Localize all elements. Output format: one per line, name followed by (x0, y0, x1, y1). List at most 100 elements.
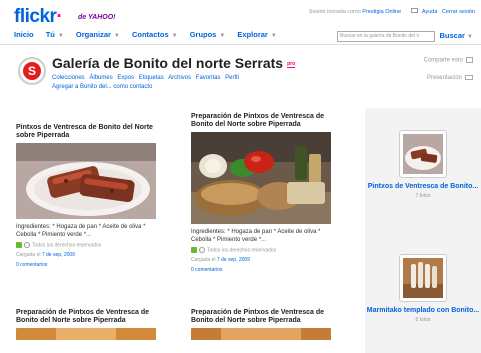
upload-date-link[interactable]: 7 de sep, 2009 (217, 257, 250, 263)
chevron-down-icon[interactable]: ▼ (219, 33, 225, 39)
link-perfil[interactable]: Perfil (225, 75, 239, 81)
chevron-down-icon[interactable]: ▼ (58, 33, 64, 39)
nav-explorar-label: Explorar (237, 30, 268, 39)
page-title-text: Galería de Bonito del norte Serrats (52, 55, 284, 71)
help-link[interactable]: Ayuda (422, 9, 438, 15)
avatar[interactable]: S (18, 57, 46, 85)
photo-partial-image (191, 328, 331, 340)
link-etiquetas[interactable]: Etiquetas (139, 75, 164, 81)
logo-dot: · (56, 6, 63, 27)
copyright-icon (199, 247, 205, 253)
divider (0, 44, 481, 45)
comments-link[interactable]: 0 comentarios (16, 262, 156, 268)
photo-card: Preparación de Pintxos de Ventresca de B… (16, 309, 156, 342)
add-contact-link[interactable]: Agregar a Bonito del... como contacto (52, 84, 152, 90)
session-user-link[interactable]: Prestigia Online (362, 9, 401, 15)
nav-tu-label: Tú (45, 30, 55, 39)
set-count: 6 fotos (415, 317, 431, 323)
comments-link[interactable]: 0 comentarios (191, 267, 331, 273)
pro-badge[interactable]: pro (287, 61, 296, 68)
photo-thumbnail[interactable] (191, 328, 331, 342)
nav-contactos[interactable]: Contactos ▼ (132, 30, 178, 39)
nav-tu[interactable]: Tú ▼ (46, 30, 64, 39)
nav-organizar-label: Organizar (75, 30, 111, 39)
upload-info: Cargada el 7 de sep, 2009 (191, 257, 331, 263)
slideshow-icon (465, 75, 473, 80)
search-button-label: Buscar (439, 31, 465, 40)
copyright-icon (24, 242, 30, 248)
share-label: Comparte esto (423, 57, 463, 64)
link-expos[interactable]: Expos (117, 75, 134, 81)
photo-partial-image (16, 328, 156, 340)
set-pintxos-image (403, 134, 443, 174)
photo-title[interactable]: Pintxos de Ventresca de Bonito del Norte… (16, 124, 156, 140)
set-title[interactable]: Marmitako templado con Bonito... (365, 307, 481, 315)
yahoo-logo: de YAHOO! (78, 14, 116, 21)
license-info: Todos los derechos reservados (16, 242, 156, 248)
photo-title[interactable]: Preparación de Pintxos de Ventresca de B… (191, 309, 331, 325)
search-input[interactable]: Buscar en la galería de Bonito del n (337, 31, 435, 42)
photo-title[interactable]: Preparación de Pintxos de Ventresca de B… (16, 309, 156, 325)
chevron-down-icon[interactable]: ▼ (114, 33, 120, 39)
license-text: Todos los derechos reservados (207, 247, 277, 254)
photo-pintxos-image (16, 143, 156, 219)
set-thumbnail[interactable] (399, 254, 447, 302)
session-info: Sesión iniciada como Prestigia Online Ay… (308, 8, 475, 15)
chevron-down-icon[interactable]: ▼ (172, 33, 178, 39)
upload-info: Cargada el 7 de sep, 2009 (16, 252, 156, 258)
share-icon (466, 57, 473, 63)
mail-icon[interactable] (410, 8, 418, 14)
stats-icon[interactable] (191, 247, 197, 253)
nav-grupos-label: Grupos (189, 30, 217, 39)
sets-sidebar: Pintxos de Ventresca de Bonito... 7 foto… (365, 108, 481, 353)
more-link[interactable]: ... (86, 232, 91, 238)
nav-organizar[interactable]: Organizar ▼ (76, 30, 120, 39)
chevron-down-icon[interactable]: ▼ (271, 33, 277, 39)
photo-ingredients-image (191, 132, 331, 224)
presentation-label: Presentación (426, 75, 462, 82)
logo-text: flickr (14, 6, 57, 27)
set-item[interactable]: Marmitako templado con Bonito... 6 fotos (365, 254, 481, 323)
link-colecciones[interactable]: Colecciones (52, 75, 85, 81)
serrats-logo: S (23, 62, 41, 80)
upload-date-link[interactable]: 7 de sep, 2009 (42, 252, 75, 258)
photo-card: Preparación de Pintxos de Ventresca de B… (191, 309, 331, 342)
more-link[interactable]: ... (261, 237, 266, 243)
photo-title[interactable]: Preparación de Pintxos de Ventresca de B… (191, 113, 331, 129)
upload-label: Cargada el (191, 257, 216, 264)
photo-description-text: Ingredientes: * Hogaza de pan * Aceite d… (191, 229, 321, 243)
nav-contactos-label: Contactos (131, 30, 169, 39)
photo-card: Pintxos de Ventresca de Bonito del Norte… (16, 124, 156, 268)
flickr-logo[interactable]: flickr· (14, 6, 63, 28)
nav-grupos[interactable]: Grupos ▼ (190, 30, 226, 39)
session-label: Sesión iniciada como (308, 9, 361, 15)
search-button[interactable]: Buscar ▼ (440, 31, 473, 40)
photo-description: Ingredientes: * Hogaza de pan * Aceite d… (16, 224, 156, 239)
nav-inicio[interactable]: Inicio (14, 30, 34, 39)
stats-icon[interactable] (16, 242, 22, 248)
link-favoritas[interactable]: Favoritas (196, 75, 221, 81)
link-archivos[interactable]: Archivos (168, 75, 191, 81)
set-title[interactable]: Pintxos de Ventresca de Bonito... (365, 183, 481, 191)
photo-thumbnail[interactable] (191, 132, 331, 226)
photo-card: Preparación de Pintxos de Ventresca de B… (191, 113, 331, 273)
presentation-button[interactable]: Presentación (427, 75, 473, 81)
top-bar: flickr· de YAHOO! Sesión iniciada como P… (0, 0, 481, 44)
share-button[interactable]: Comparte esto (424, 57, 473, 64)
set-marmitako-image (403, 258, 443, 298)
chevron-down-icon[interactable]: ▼ (467, 34, 473, 40)
gallery-links: Colecciones Álbumes Expos Etiquetas Arch… (52, 75, 242, 81)
photo-description: Ingredientes: * Hogaza de pan * Aceite d… (191, 229, 331, 244)
set-item[interactable]: Pintxos de Ventresca de Bonito... 7 foto… (365, 130, 481, 199)
main-nav: Inicio Tú ▼ Organizar ▼ Contactos ▼ Grupos ▼… (14, 30, 287, 39)
photo-description-text: Ingredientes: * Hogaza de pan * Aceite d… (16, 224, 146, 238)
set-thumbnail[interactable] (399, 130, 447, 178)
nav-explorar[interactable]: Explorar ▼ (237, 30, 276, 39)
license-info: Todos los derechos reservados (191, 247, 331, 253)
license-text: Todos los derechos reservados (32, 242, 102, 249)
page-title: Galería de Bonito del norte Serrats pro (52, 55, 296, 71)
photo-thumbnail[interactable] (16, 328, 156, 342)
link-albumes[interactable]: Álbumes (89, 75, 112, 81)
logout-link[interactable]: Cerrar sesión (442, 9, 475, 15)
photo-thumbnail[interactable] (16, 143, 156, 221)
